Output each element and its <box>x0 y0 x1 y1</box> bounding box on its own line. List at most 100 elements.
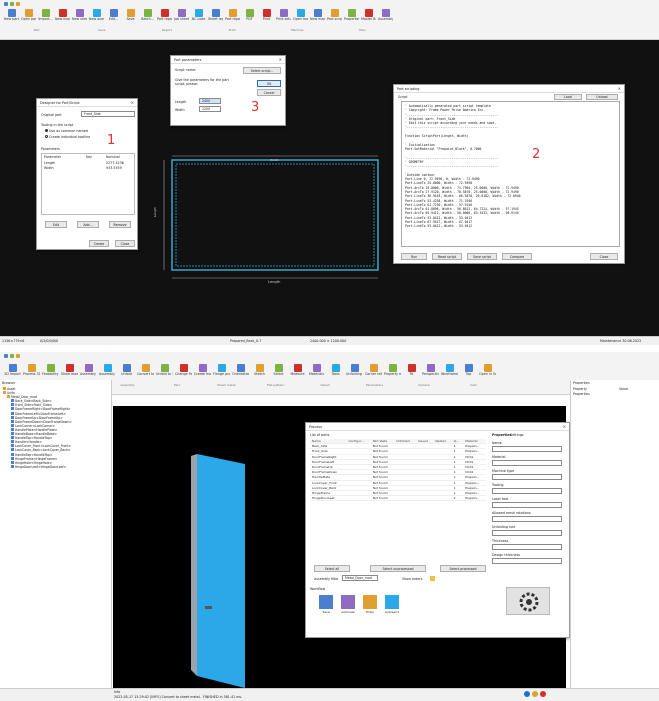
prop-field-thickness[interactable] <box>492 544 562 550</box>
table-row[interactable]: HingeDoorLeaf Not found 2 Prepain... <box>310 495 486 502</box>
ribbon-button-wireframe[interactable]: Wireframe <box>441 364 458 377</box>
close-icon[interactable]: × <box>618 85 621 93</box>
compare-button[interactable]: Compare <box>502 253 532 260</box>
length-input[interactable]: 2400 <box>199 98 221 104</box>
edit-button[interactable]: Edit <box>45 221 67 228</box>
workflow-order[interactable]: Order <box>360 595 380 614</box>
close-icon[interactable]: × <box>279 56 282 64</box>
load-button[interactable]: Load <box>554 94 582 100</box>
ribbon-button-measure[interactable]: Measure <box>289 364 306 377</box>
read-script-button[interactable]: Read script <box>432 253 462 260</box>
ribbon-button-job-sheet[interactable]: Job sheet <box>174 9 189 22</box>
ribbon-button-orientation[interactable]: Orientation <box>232 364 249 377</box>
ribbon-button-new-sheet[interactable]: New sheet... <box>72 9 87 22</box>
workflow-autosend[interactable]: Autosend <box>382 595 402 614</box>
run-button[interactable]: Run <box>401 253 427 260</box>
script-editor[interactable]: ' Automatically generated part script te… <box>401 101 620 247</box>
prop-field-unfolding-rule[interactable] <box>492 530 562 536</box>
error-icon[interactable] <box>540 691 546 697</box>
ribbon-button-print-setup[interactable]: Print setup... <box>276 9 291 22</box>
ribbon-button-change-flat-side[interactable]: Change flat side <box>175 364 192 377</box>
radio-individual[interactable]: Create individual toolline <box>45 135 90 139</box>
unload-button[interactable]: Unload <box>586 94 618 100</box>
save-icon[interactable] <box>4 354 8 358</box>
close-icon[interactable]: × <box>563 423 566 431</box>
ok-button[interactable]: OK <box>257 80 281 87</box>
ribbon-button-unfold-to-3d[interactable]: Unfold to 3D <box>156 364 173 377</box>
remove-button[interactable]: Remove <box>109 221 131 228</box>
tree-item[interactable]: HingeDoorLeaf<HingeDoorLeaf> <box>3 464 72 469</box>
ribbon-button-convert-to-sheet-metal[interactable]: Convert to sheet metal <box>137 364 154 377</box>
redo-icon[interactable] <box>16 2 20 6</box>
info-icon[interactable] <box>524 691 530 697</box>
ribbon-button-master-bendcam[interactable]: Master BendCam <box>361 9 376 22</box>
close-button[interactable]: Close <box>115 240 135 247</box>
save-icon[interactable] <box>4 2 8 6</box>
create-button[interactable]: Create <box>89 240 109 247</box>
ribbon-button-show-assembly[interactable]: Show assembly <box>61 364 78 377</box>
workflow-save[interactable]: Save <box>316 595 336 614</box>
close-icon[interactable]: × <box>131 99 134 107</box>
radio-common[interactable]: Use as common named <box>45 129 88 133</box>
ribbon-button-sheet-report[interactable]: Sheet report <box>208 9 223 22</box>
ribbon-button-open-part[interactable]: Open part... <box>21 9 36 22</box>
tab-properties[interactable]: Properties <box>492 433 511 437</box>
ribbon-button-perspective[interactable]: Perspective <box>422 364 439 377</box>
width-input[interactable]: 1200 <box>199 106 221 112</box>
ribbon-button-3d-import[interactable]: 3D Import <box>4 364 21 377</box>
ribbon-button-properties[interactable]: Properties... <box>344 9 359 22</box>
warning-icon[interactable] <box>532 691 538 697</box>
close-button[interactable]: Close <box>590 253 618 260</box>
prop-field-name[interactable] <box>492 446 562 452</box>
param-row-name[interactable]: Width <box>44 166 54 170</box>
select-unprocessed-button[interactable]: Select unprocessed <box>370 565 426 572</box>
show-orders-icon[interactable] <box>430 576 435 581</box>
ribbon-button-new-part[interactable]: New part... <box>4 9 19 22</box>
ribbon-button-process-3d[interactable]: Process 3D <box>23 364 40 377</box>
prop-field-machine-type[interactable] <box>492 474 562 480</box>
ribbon-button-select[interactable]: Select <box>270 364 287 377</box>
prop-field-tooling[interactable] <box>492 488 562 494</box>
ribbon-button-flange-profile[interactable]: Flange profile <box>213 364 230 377</box>
ribbon-button-feasibility-study[interactable]: Feasibility study <box>42 364 59 377</box>
ribbon-button-new-asm[interactable]: New asm... <box>89 9 104 22</box>
select-processed-button[interactable]: Select processed <box>440 565 486 572</box>
ribbon-button-save[interactable]: Save <box>123 9 138 22</box>
assembly-filter-select[interactable]: Metal_Door_mod <box>342 575 378 581</box>
ribbon-button-batch[interactable]: Batch... <box>140 9 155 22</box>
ribbon-button-assembly-files[interactable]: Assembly files... <box>378 9 393 22</box>
select-script-button[interactable]: Select script... <box>243 67 281 74</box>
save-script-button[interactable]: Save script <box>467 253 497 260</box>
ribbon-button-open-in-solid-edge[interactable]: Open in Solid Edge <box>479 364 496 377</box>
select-all-button[interactable]: Select all <box>314 565 350 572</box>
ribbon-button-assembly-filter[interactable]: Assembly filter <box>99 364 116 377</box>
ribbon-button-materials[interactable]: Materials <box>308 364 325 377</box>
ribbon-button-open-machine[interactable]: Open machine... <box>293 9 308 22</box>
prop-field-laser-tool[interactable] <box>492 502 562 508</box>
ribbon-button-part-report[interactable]: Part report <box>225 9 240 22</box>
ribbon-button-import[interactable]: Import... <box>38 9 53 22</box>
ribbon-button-top[interactable]: Top <box>460 364 477 377</box>
ribbon-button-part-scripting[interactable]: Part scripting... <box>327 9 342 22</box>
undo-icon[interactable] <box>10 2 14 6</box>
ribbon-button-sketch[interactable]: Sketch <box>251 364 268 377</box>
cancel-button[interactable]: Cancel <box>257 89 281 96</box>
ribbon-button-pdf[interactable]: PDF <box>242 9 257 22</box>
ribbon-button-part-report[interactable]: Part report <box>157 9 172 22</box>
undo-icon[interactable] <box>10 354 14 358</box>
prop-field-design-thickness[interactable] <box>492 558 562 564</box>
ribbon-button-create-from-bend-reliefs[interactable]: Create from bend reliefs <box>194 364 211 377</box>
redo-icon[interactable] <box>16 354 20 358</box>
original-part-field[interactable]: Front_Side <box>81 111 135 117</box>
prop-field-allowed-mesh-rotations[interactable] <box>492 516 562 522</box>
ribbon-button-property-mapping[interactable]: Property mapping <box>384 364 401 377</box>
ribbon-button-assembly-file[interactable]: Assembly file <box>80 364 97 377</box>
ribbon-button-new-machine[interactable]: New machine... <box>310 9 325 22</box>
workflow-autonest[interactable]: Autonest <box>338 595 358 614</box>
ribbon-button-new-mod[interactable]: New mod... <box>55 9 70 22</box>
ribbon-button-unfolding-rules[interactable]: Unfolding rules <box>346 364 363 377</box>
run-process-button[interactable] <box>506 587 550 615</box>
param-row-name[interactable]: Length <box>44 161 55 165</box>
add-button[interactable]: Add... <box>77 221 99 228</box>
ribbon-button-tools[interactable]: Tools <box>327 364 344 377</box>
